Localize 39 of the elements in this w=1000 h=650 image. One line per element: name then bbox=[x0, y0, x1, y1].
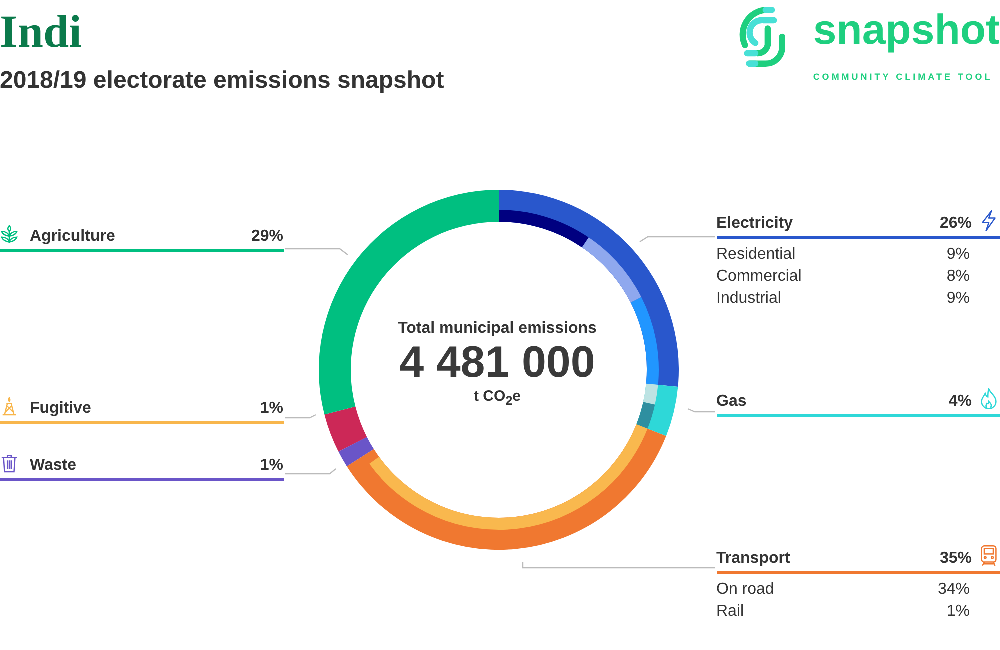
subsector-share: 1% bbox=[946, 602, 970, 622]
subsector-name: Residential bbox=[716, 245, 796, 265]
logo-wordmark: snapshot bbox=[813, 5, 1000, 55]
subsector-share: 34% bbox=[938, 580, 970, 600]
flare-tower-icon bbox=[0, 396, 19, 416]
subsector-name: Industrial bbox=[716, 289, 782, 309]
logo-tagline: COMMUNITY CLIMATE TOOL bbox=[813, 72, 994, 82]
sector-share: 29% bbox=[251, 228, 284, 246]
subsector-share: 9% bbox=[946, 245, 970, 265]
sector-name: Waste bbox=[30, 457, 78, 475]
sector-name: Transport bbox=[716, 550, 792, 568]
page-title: Indi bbox=[0, 5, 83, 59]
subsector-name: Rail bbox=[716, 602, 744, 622]
trash-can-icon bbox=[0, 454, 19, 472]
leader-line bbox=[285, 468, 336, 475]
page-subtitle: 2018/19 electorate emissions snapshot bbox=[0, 66, 444, 96]
sector-name: Agriculture bbox=[30, 228, 116, 246]
total-unit: t CO$_{2}$e bbox=[474, 388, 521, 408]
sector-share: 1% bbox=[260, 457, 284, 475]
sector-share: 26% bbox=[938, 215, 972, 233]
total-label: Total municipal emissions bbox=[398, 320, 597, 338]
sector-name: Fugitive bbox=[30, 400, 92, 418]
sector-share: 4% bbox=[948, 393, 972, 411]
lightning-bolt-icon bbox=[980, 210, 998, 232]
sector-name: Gas bbox=[716, 393, 748, 411]
leader-line bbox=[285, 248, 348, 256]
sector-share: 35% bbox=[938, 550, 972, 568]
flame-icon bbox=[980, 388, 998, 410]
subsector-name: Commercial bbox=[716, 267, 802, 287]
subsector-name: On road bbox=[716, 580, 774, 600]
sector-share: 1% bbox=[260, 400, 284, 418]
total-value: 4 481 000 bbox=[400, 338, 596, 388]
sprout-icon bbox=[0, 224, 19, 244]
train-icon bbox=[980, 545, 998, 567]
leader-line bbox=[285, 414, 316, 419]
subsector-share: 8% bbox=[946, 267, 970, 287]
subsector-share: 9% bbox=[946, 289, 970, 309]
sector-name: Electricity bbox=[716, 215, 794, 233]
leader-line bbox=[688, 408, 715, 413]
